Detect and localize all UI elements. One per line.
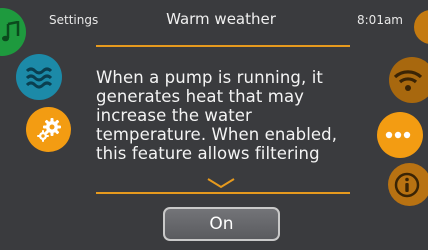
top-right-icon[interactable] (414, 10, 428, 44)
gear-icon[interactable] (26, 107, 71, 152)
page-title: Warm weather (166, 10, 276, 28)
music-icon[interactable] (0, 8, 26, 56)
scroll-down-chevron-icon[interactable] (206, 174, 236, 193)
clock-time: 8:01am (357, 13, 403, 27)
toggle-on-button[interactable]: On (163, 207, 280, 241)
settings-label[interactable]: Settings (49, 13, 98, 27)
more-icon[interactable] (377, 112, 423, 158)
toggle-label: On (209, 214, 234, 234)
top-divider (96, 45, 350, 47)
bottom-divider (96, 192, 350, 194)
wifi-icon[interactable] (389, 57, 428, 103)
message-scroll-area[interactable]: When a pump is running, it generates hea… (96, 68, 350, 166)
info-icon[interactable] (388, 163, 428, 206)
water-icon[interactable] (16, 54, 62, 100)
description-text: When a pump is running, it generates hea… (96, 68, 338, 163)
settings-screen: Settings Warm weather 8:01am When a pump… (0, 0, 428, 250)
